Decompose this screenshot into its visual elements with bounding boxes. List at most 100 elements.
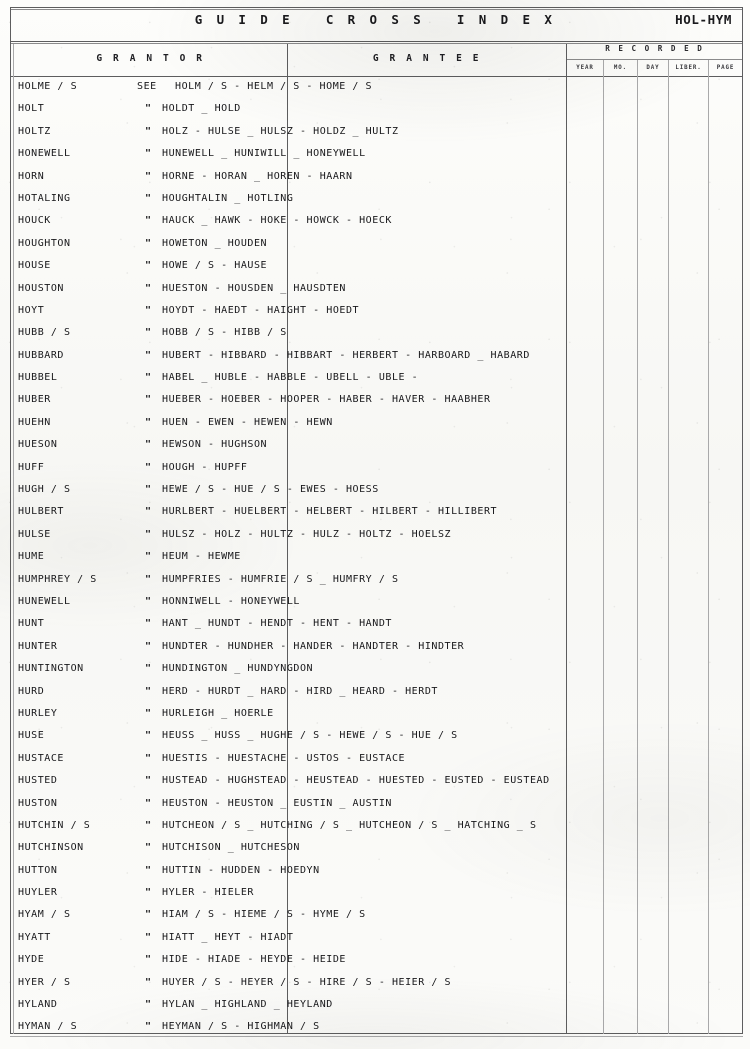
table-row[interactable]: HYATT " HIATT _ HEYT - HIADT — [0, 927, 750, 949]
grantor-name: HUEHN — [18, 416, 51, 428]
grantee-names: HULSZ - HOLZ - HULTZ - HULZ - HOLTZ - HO… — [162, 528, 452, 540]
column-header-grantee: G R A N T E E — [372, 53, 482, 64]
table-row[interactable]: HYMAN / S " HEYMAN / S - HIGHMAN / S — [0, 1016, 750, 1038]
grantor-name: HOYT — [18, 304, 45, 316]
ditto-marker: " — [145, 864, 152, 876]
ditto-marker: " — [145, 103, 152, 115]
table-row[interactable]: HOUSTON " HUESTON - HOUSDEN _ HAUSDTEN — [0, 278, 750, 300]
table-row[interactable]: HOLTZ " HOLZ - HULSE _ HULSZ - HOLDZ _ HUL… — [0, 121, 750, 143]
grantor-name: HURLEY — [18, 707, 58, 719]
table-row[interactable]: HUTCHINSON " HUTCHISON _ HUTCHESON — [0, 837, 750, 859]
grantor-name: HUTCHIN / S — [18, 819, 91, 831]
page-range-label: HOL-HYM — [675, 12, 732, 27]
table-row[interactable]: HUTCHIN / S " HUTCHEON / S _ HUTCHING / S … — [0, 815, 750, 837]
ditto-marker: " — [145, 215, 152, 227]
ditto-marker: " — [145, 349, 152, 361]
grantor-name: HUYLER — [18, 887, 58, 899]
table-row[interactable]: HUNTINGTON " HUNDINGTON _ HUNDYNGDON — [0, 658, 750, 680]
grantor-name: HONEWELL — [18, 148, 71, 160]
table-row[interactable]: HUFF " HOUGH - HUPFF — [0, 457, 750, 479]
table-row[interactable]: HUBER " HUEBER - HOEBER - HOOPER - HABER -… — [0, 389, 750, 411]
grantee-names: HOWETON _ HOUDEN — [162, 237, 268, 249]
grantee-names: HUBERT - HIBBARD - HIBBART - HERBERT - H… — [162, 349, 530, 361]
table-row[interactable]: HOYT " HOYDT - HAEDT - HAIGHT - HOEDT — [0, 300, 750, 322]
grantee-names: HORNE - HORAN _ HOREN - HAARN — [162, 170, 353, 182]
table-row[interactable]: HUNTER " HUNDTER - HUNDHER - HANDER - HAND… — [0, 636, 750, 658]
table-row[interactable]: HYER / S " HUYER / S - HEYER / S - HIRE / … — [0, 972, 750, 994]
grantee-names: HUSTEAD - HUGHSTEAD - HEUSTEAD - HUESTED… — [162, 775, 550, 787]
grantee-names: HYLAN _ HIGHLAND _ HEYLAND — [162, 999, 333, 1011]
grantee-names: HOYDT - HAEDT - HAIGHT - HOEDT — [162, 304, 360, 316]
ditto-marker: " — [145, 327, 152, 339]
grantor-name: HUBER — [18, 394, 51, 406]
grantor-name: HOLME / S — [18, 81, 78, 92]
grantor-name: HUMPHREY / S — [18, 573, 97, 585]
table-row[interactable]: HURLEY " HURLEIGH _ HOERLE — [0, 703, 750, 725]
table-row[interactable]: HUSTED " HUSTEAD - HUGHSTEAD - HEUSTEAD - … — [0, 770, 750, 792]
table-row[interactable]: HYAM / S " HIAM / S - HIEME / S - HYME / S — [0, 904, 750, 926]
table-row[interactable]: HYLAND " HYLAN _ HIGHLAND _ HEYLAND — [0, 994, 750, 1016]
grantor-name: HUSTON — [18, 797, 58, 809]
table-row[interactable]: HUYLER " HYLER - HIELER — [0, 882, 750, 904]
grantee-names: HEUSTON - HEUSTON _ EUSTIN _ AUSTIN — [162, 797, 392, 809]
table-row[interactable]: HUGH / S " HEWE / S - HUE / S - EWES - HOE… — [0, 479, 750, 501]
grantor-name: HUNEWELL — [18, 595, 71, 607]
table-row[interactable]: HUBBEL " HABEL _ HUBLE - HABBLE - UBELL - … — [0, 367, 750, 389]
table-row[interactable]: HUBBARD " HUBERT - HIBBARD - HIBBART - HER… — [0, 345, 750, 367]
table-row[interactable]: HUNEWELL " HONNIWELL - HONEYWELL — [0, 591, 750, 613]
grantor-name: HULSE — [18, 528, 51, 540]
ditto-marker: " — [145, 372, 152, 384]
grantor-name: HUNTER — [18, 640, 58, 652]
column-subheader-day: DAY — [646, 65, 660, 71]
table-row[interactable]: HUEHN " HUEN - EWEN - HEWEN - HEWN — [0, 412, 750, 434]
table-row[interactable]: HUME " HEUM - HEWME — [0, 546, 750, 568]
ditto-marker: " — [145, 506, 152, 518]
table-row[interactable]: HUESON " HEWSON - HUGHSON — [0, 434, 750, 456]
table-row[interactable]: HULBERT " HURLBERT - HUELBERT - HELBERT - … — [0, 501, 750, 523]
table-row[interactable]: HULSE " HULSZ - HOLZ - HULTZ - HULZ - HOLT… — [0, 524, 750, 546]
ditto-marker: " — [145, 148, 152, 160]
grantee-names: HUEN - EWEN - HEWEN - HEWN — [162, 416, 333, 428]
table-row[interactable]: HOUSE " HOWE / S - HAUSE — [0, 255, 750, 277]
grantee-names: HUTCHEON / S _ HUTCHING / S _ HUTCHEON /… — [162, 819, 537, 831]
grantor-name: HOUSTON — [18, 282, 64, 294]
grantor-name: HOTALING — [18, 192, 71, 204]
ditto-marker: " — [145, 170, 152, 182]
table-row[interactable]: HUSE " HEUSS _ HUSS _ HUGHE / S - HEWE / S… — [0, 725, 750, 747]
table-row[interactable]: HUMPHREY / S " HUMPFRIES - HUMFRIE / S _ H… — [0, 569, 750, 591]
table-row[interactable]: HORN " HORNE - HORAN _ HOREN - HAARN — [0, 166, 750, 188]
table-row[interactable]: HUNT " HANT _ HUNDT - HENDT - HENT - HANDT — [0, 613, 750, 635]
table-row[interactable]: HOUCK " HAUCK _ HAWK - HOKE - HOWCK - HOEC… — [0, 210, 750, 232]
column-subheader-year: YEAR — [576, 65, 594, 71]
ditto-marker: " — [145, 999, 152, 1011]
table-row[interactable]: HOUGHTON " HOWETON _ HOUDEN — [0, 233, 750, 255]
grantor-name: HYATT — [18, 931, 51, 943]
grantee-names: HERD - HURDT _ HARD - HIRD _ HEARD - HER… — [162, 685, 438, 697]
grantor-name: HUNT — [18, 618, 45, 630]
table-row[interactable]: HYDE " HIDE - HIADE - HEYDE - HEIDE — [0, 949, 750, 971]
ditto-marker: " — [145, 528, 152, 540]
table-row[interactable]: HOTALING " HOUGHTALIN _ HOTLING — [0, 188, 750, 210]
table-row[interactable]: HUTTON " HUTTIN - HUDDEN - HOEDYN — [0, 860, 750, 882]
grantor-name: HUTTON — [18, 864, 58, 876]
grantee-names: HANT _ HUNDT - HENDT - HENT - HANDT — [162, 618, 392, 630]
table-row[interactable]: HOLT " HOLDT _ HOLD — [0, 98, 750, 120]
table-row[interactable]: HUSTACE " HUESTIS - HUESTACHE - USTOS - EU… — [0, 748, 750, 770]
grantor-name: HOUCK — [18, 215, 51, 227]
ditto-marker: " — [145, 730, 152, 742]
table-row[interactable]: HUSTON " HEUSTON - HEUSTON _ EUSTIN _ AUST… — [0, 793, 750, 815]
grantor-name: HOUSE — [18, 260, 51, 272]
grantee-names: HEYMAN / S - HIGHMAN / S — [162, 1021, 320, 1033]
ditto-marker: " — [145, 304, 152, 316]
ditto-marker: " — [145, 484, 152, 496]
table-row[interactable]: HOLME / S SEE HOLM / S - HELM / S - HOME /… — [0, 76, 750, 98]
grantee-names: HUESTON - HOUSDEN _ HAUSDTEN — [162, 282, 346, 294]
table-row[interactable]: HURD " HERD - HURDT _ HARD - HIRD _ HEARD … — [0, 681, 750, 703]
grantee-names: HEUSS _ HUSS _ HUGHE / S - HEWE / S - HU… — [162, 730, 458, 742]
grantor-name: HUESON — [18, 439, 58, 451]
table-row[interactable]: HONEWELL " HUNEWELL _ HUNIWILL _ HONEYWELL — [0, 143, 750, 165]
table-row[interactable]: HUBB / S " HOBB / S - HIBB / S — [0, 322, 750, 344]
grantee-names: HUNDINGTON _ HUNDYNGDON — [162, 663, 314, 675]
grantee-names: HOLDT _ HOLD — [162, 103, 241, 115]
grantor-name: HOLTZ — [18, 125, 51, 137]
